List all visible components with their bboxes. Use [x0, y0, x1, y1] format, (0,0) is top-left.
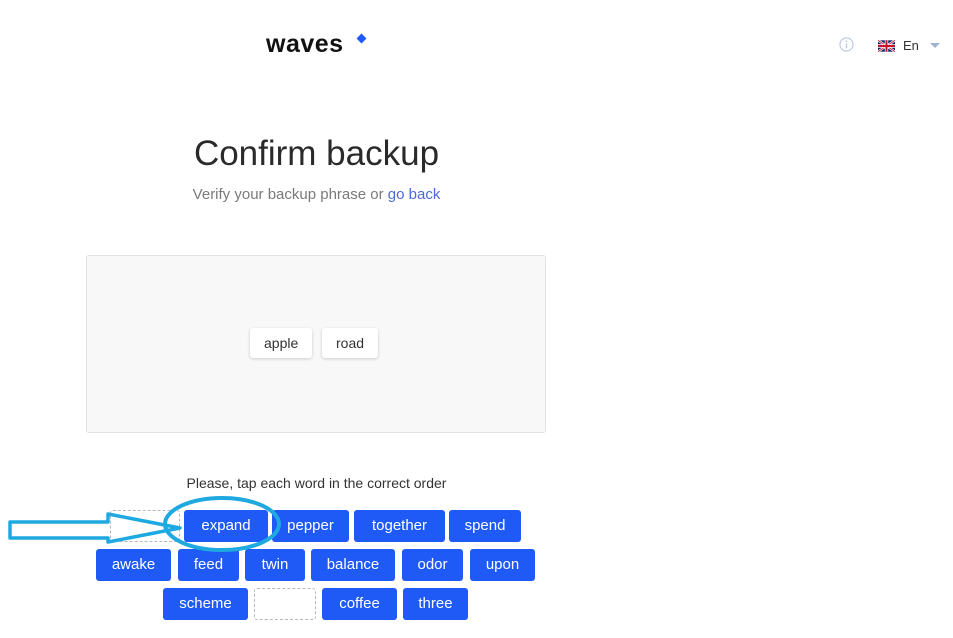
- word-button[interactable]: feed: [178, 549, 239, 581]
- selected-word-chip[interactable]: apple: [250, 328, 313, 358]
- word-button[interactable]: spend: [449, 510, 521, 542]
- word-button[interactable]: three: [403, 588, 468, 620]
- chevron-down-icon[interactable]: [930, 43, 940, 48]
- subtitle-text: Verify your backup phrase or: [192, 186, 388, 203]
- uk-flag-icon: [878, 39, 895, 52]
- word-button[interactable]: upon: [470, 549, 535, 581]
- word-button[interactable]: coffee: [322, 588, 397, 620]
- word-button[interactable]: awake: [96, 549, 171, 581]
- selected-phrase-area: [86, 255, 546, 433]
- word-button[interactable]: odor: [402, 549, 463, 581]
- word-button[interactable]: expand: [184, 510, 268, 542]
- word-button[interactable]: together: [354, 510, 445, 542]
- word-button[interactable]: balance: [311, 549, 395, 581]
- info-icon[interactable]: [839, 37, 854, 52]
- waves-logo: waves: [266, 30, 344, 58]
- page-subtitle: Verify your backup phrase or go back: [0, 186, 633, 203]
- word-button[interactable]: scheme: [163, 588, 248, 620]
- logo-diamond-icon: [356, 33, 367, 44]
- selected-word-chip[interactable]: road: [322, 328, 379, 358]
- instruction-text: Please, tap each word in the correct ord…: [186, 475, 447, 491]
- go-back-link[interactable]: go back: [388, 186, 441, 203]
- word-button[interactable]: pepper: [272, 510, 349, 542]
- page-title: Confirm backup: [193, 134, 440, 173]
- empty-word-slot: [254, 588, 316, 620]
- language-label: En: [903, 38, 919, 53]
- word-button[interactable]: twin: [245, 549, 305, 581]
- empty-word-slot: [110, 510, 180, 542]
- language-selector[interactable]: En: [878, 38, 919, 53]
